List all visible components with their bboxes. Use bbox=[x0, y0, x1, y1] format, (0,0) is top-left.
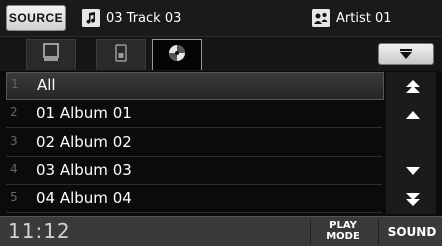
down-arrow-icon bbox=[406, 167, 420, 175]
double-down-arrow-icon bbox=[406, 193, 420, 206]
tab-folder[interactable] bbox=[26, 39, 76, 70]
scroll-top-button[interactable] bbox=[392, 74, 434, 100]
list-item-all[interactable]: 1 All bbox=[6, 72, 384, 100]
folder-icon bbox=[43, 43, 59, 67]
list-item[interactable]: 5 04 Album 04 bbox=[6, 186, 382, 213]
play-mode-line1: PLAY bbox=[329, 220, 357, 231]
artist-icon bbox=[312, 9, 330, 27]
audio-screen: SOURCE 03 Track 03 Artist 01 1 All 2 01 … bbox=[0, 0, 442, 246]
category-tabs bbox=[0, 37, 442, 71]
now-playing-artist: Artist 01 bbox=[312, 7, 392, 29]
clock-time: 11:12 bbox=[8, 219, 71, 243]
music-note-icon bbox=[82, 9, 100, 27]
scroll-bottom-button[interactable] bbox=[392, 186, 434, 212]
back-button[interactable] bbox=[378, 43, 434, 65]
list-item-number: 2 bbox=[10, 105, 18, 119]
divider bbox=[378, 219, 379, 245]
top-bar: SOURCE 03 Track 03 Artist 01 bbox=[0, 0, 442, 37]
tab-disc[interactable] bbox=[152, 39, 202, 70]
source-button[interactable]: SOURCE bbox=[6, 5, 66, 31]
list-item-number: 1 bbox=[11, 77, 19, 91]
list-item-label: 01 Album 01 bbox=[36, 104, 132, 122]
scroll-down-button[interactable] bbox=[392, 158, 434, 184]
list-item-number: 5 bbox=[10, 190, 18, 204]
play-mode-button[interactable]: PLAY MODE bbox=[318, 220, 368, 244]
list-item-label: 02 Album 02 bbox=[36, 133, 132, 151]
list-item-number: 3 bbox=[10, 134, 18, 148]
album-list: 1 All 2 01 Album 01 3 02 Album 02 4 03 A… bbox=[6, 72, 384, 214]
list-item[interactable]: 4 03 Album 03 bbox=[6, 158, 382, 185]
artist-name: Artist 01 bbox=[336, 10, 392, 26]
list-item[interactable]: 3 02 Album 02 bbox=[6, 130, 382, 157]
divider bbox=[310, 219, 311, 245]
up-arrow-icon bbox=[406, 111, 420, 119]
back-arrow-icon bbox=[400, 49, 412, 59]
list-item[interactable]: 2 01 Album 01 bbox=[6, 101, 382, 128]
device-icon bbox=[115, 44, 127, 66]
scroll-controls bbox=[386, 72, 436, 214]
bottom-bar: 11:12 PLAY MODE SOUND bbox=[0, 216, 442, 246]
list-item-number: 4 bbox=[10, 162, 18, 176]
list-item-label: All bbox=[37, 76, 56, 94]
scroll-up-button[interactable] bbox=[392, 102, 434, 128]
now-playing-track: 03 Track 03 bbox=[82, 7, 181, 29]
list-item-label: 04 Album 04 bbox=[36, 189, 132, 207]
list-item-label: 03 Album 03 bbox=[36, 161, 132, 179]
sound-button[interactable]: SOUND bbox=[386, 220, 438, 244]
play-mode-line2: MODE bbox=[326, 231, 360, 242]
track-title: 03 Track 03 bbox=[106, 10, 182, 26]
double-up-arrow-icon bbox=[406, 80, 420, 93]
tab-device[interactable] bbox=[96, 39, 146, 70]
disc-icon bbox=[167, 43, 187, 67]
